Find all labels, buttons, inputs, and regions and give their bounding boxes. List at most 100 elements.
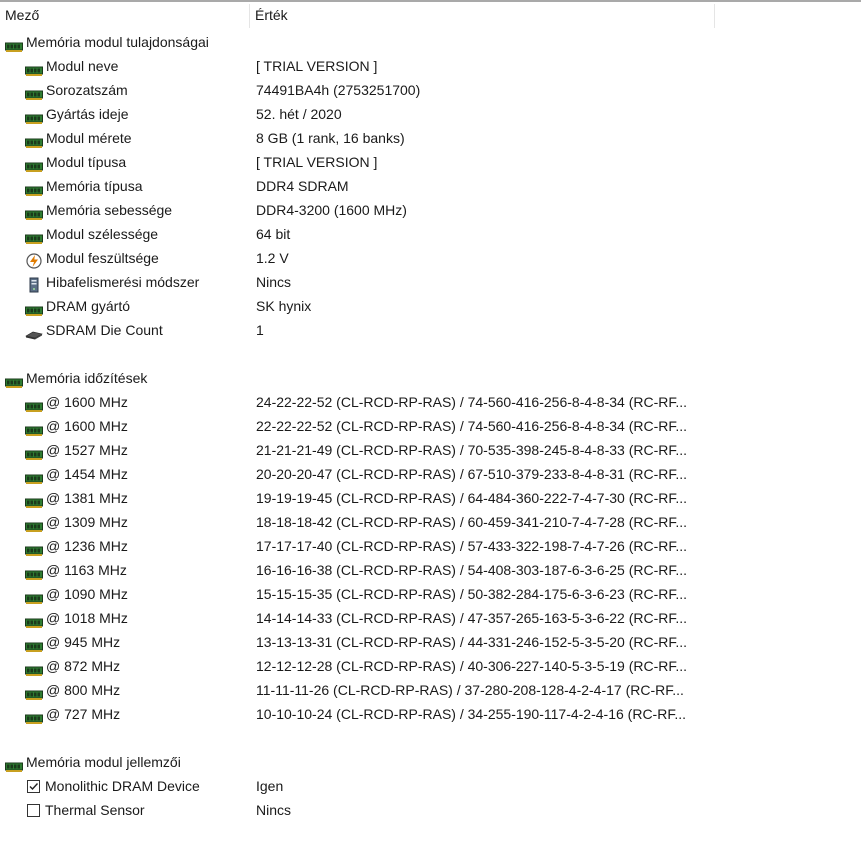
list-item[interactable]: @ 1381 MHz 19-19-19-45 (CL-RCD-RP-RAS) / …	[0, 486, 861, 510]
list-item[interactable]: Modul szélessége 64 bit	[0, 222, 861, 246]
list-item[interactable]: Modul típusa [ TRIAL VERSION ]	[0, 150, 861, 174]
chip-icon	[25, 324, 43, 340]
section-header[interactable]: Memória időzítések	[0, 366, 861, 390]
field-cell: @ 1381 MHz	[25, 486, 128, 510]
section-header-field: Memória időzítések	[5, 366, 147, 390]
field-label: Modul feszültsége	[46, 250, 159, 266]
list-item[interactable]: Thermal Sensor Nincs	[0, 798, 861, 822]
list-item[interactable]: @ 727 MHz 10-10-10-24 (CL-RCD-RP-RAS) / 3…	[0, 702, 861, 726]
list-item[interactable]: @ 800 MHz 11-11-11-26 (CL-RCD-RP-RAS) / 3…	[0, 678, 861, 702]
field-cell: @ 1600 MHz	[25, 414, 128, 438]
section-title: Memória modul tulajdonságai	[26, 34, 209, 50]
field-label: @ 872 MHz	[46, 658, 121, 674]
ram-module-icon	[25, 132, 43, 148]
section-header-field: Memória modul tulajdonságai	[5, 30, 209, 54]
details-list: Memória modul tulajdonságai Modul neve [ T…	[0, 30, 861, 822]
field-label: @ 1527 MHz	[46, 442, 128, 458]
list-item[interactable]: Modul neve [ TRIAL VERSION ]	[0, 54, 861, 78]
list-item[interactable]: @ 1309 MHz 18-18-18-42 (CL-RCD-RP-RAS) / …	[0, 510, 861, 534]
field-label: Memória sebessége	[46, 202, 173, 218]
ram-module-icon	[25, 540, 43, 556]
ram-module-icon	[5, 36, 23, 52]
value-cell: 22-22-22-52 (CL-RCD-RP-RAS) / 74-560-416…	[256, 418, 688, 434]
field-label: Modul neve	[46, 58, 119, 74]
field-cell: DRAM gyártó	[25, 294, 130, 318]
column-header-field[interactable]: Mező	[0, 2, 249, 28]
value-cell: 21-21-21-49 (CL-RCD-RP-RAS) / 70-535-398…	[256, 442, 688, 458]
list-item[interactable]: @ 1163 MHz 16-16-16-38 (CL-RCD-RP-RAS) / …	[0, 558, 861, 582]
list-item[interactable]: @ 1600 MHz 22-22-22-52 (CL-RCD-RP-RAS) / …	[0, 414, 861, 438]
value-cell: SK hynix	[256, 298, 312, 314]
checkbox-unchecked-icon[interactable]	[27, 803, 40, 817]
field-label: @ 1600 MHz	[46, 418, 128, 434]
list-item[interactable]: Memória sebessége DDR4-3200 (1600 MHz)	[0, 198, 861, 222]
field-cell: Modul mérete	[25, 126, 132, 150]
field-label: Memória típusa	[46, 178, 143, 194]
list-item[interactable]: Memória típusa DDR4 SDRAM	[0, 174, 861, 198]
list-item[interactable]: @ 1600 MHz 24-22-22-52 (CL-RCD-RP-RAS) / …	[0, 390, 861, 414]
list-item[interactable]: Monolithic DRAM Device Igen	[0, 774, 861, 798]
field-label: Monolithic DRAM Device	[45, 778, 200, 794]
field-cell: @ 1600 MHz	[25, 390, 128, 414]
list-item[interactable]: @ 1527 MHz 21-21-21-49 (CL-RCD-RP-RAS) / …	[0, 438, 861, 462]
value-cell: Nincs	[256, 274, 292, 290]
field-cell: Memória típusa	[25, 174, 142, 198]
voltage-icon	[25, 252, 43, 269]
value-cell: Nincs	[256, 802, 292, 818]
ram-module-icon	[25, 300, 43, 316]
list-item[interactable]: @ 1018 MHz 14-14-14-33 (CL-RCD-RP-RAS) / …	[0, 606, 861, 630]
field-label: @ 1309 MHz	[46, 514, 128, 530]
field-cell: Modul szélessége	[25, 222, 158, 246]
field-label: Hibafelismerési módszer	[46, 274, 200, 290]
field-cell: Sorozatszám	[25, 78, 128, 102]
list-item[interactable]: @ 945 MHz 13-13-13-31 (CL-RCD-RP-RAS) / 4…	[0, 630, 861, 654]
column-divider[interactable]	[714, 4, 715, 28]
value-cell: 8 GB (1 rank, 16 banks)	[256, 130, 405, 146]
column-header-value-label: Érték	[255, 7, 288, 23]
value-cell: 13-13-13-31 (CL-RCD-RP-RAS) / 44-331-246…	[256, 634, 688, 650]
field-cell: @ 1454 MHz	[25, 462, 128, 486]
list-item[interactable]: Hibafelismerési módszer Nincs	[0, 270, 861, 294]
list-item[interactable]: Modul feszültsége 1.2 V	[0, 246, 861, 270]
value-cell: 19-19-19-45 (CL-RCD-RP-RAS) / 64-484-360…	[256, 490, 688, 506]
value-cell: [ TRIAL VERSION ]	[256, 58, 378, 74]
field-label: Thermal Sensor	[45, 802, 145, 818]
field-label: Sorozatszám	[46, 82, 128, 98]
value-cell: 17-17-17-40 (CL-RCD-RP-RAS) / 57-433-322…	[256, 538, 688, 554]
value-cell: Igen	[256, 778, 284, 794]
field-label: @ 1454 MHz	[46, 466, 128, 482]
value-cell: 1.2 V	[256, 250, 289, 266]
ram-module-icon	[25, 588, 43, 604]
list-item[interactable]: @ 1090 MHz 15-15-15-35 (CL-RCD-RP-RAS) / …	[0, 582, 861, 606]
value-cell: [ TRIAL VERSION ]	[256, 154, 378, 170]
list-item[interactable]: DRAM gyártó SK hynix	[0, 294, 861, 318]
ram-module-icon	[25, 612, 43, 628]
ram-module-icon	[25, 204, 43, 220]
list-item[interactable]: Gyártás ideje 52. hét / 2020	[0, 102, 861, 126]
list-item[interactable]: Sorozatszám 74491BA4h (2753251700)	[0, 78, 861, 102]
list-item[interactable]: @ 1236 MHz 17-17-17-40 (CL-RCD-RP-RAS) / …	[0, 534, 861, 558]
field-cell: SDRAM Die Count	[25, 318, 163, 342]
list-item[interactable]: @ 872 MHz 12-12-12-28 (CL-RCD-RP-RAS) / 4…	[0, 654, 861, 678]
list-item[interactable]: SDRAM Die Count 1	[0, 318, 861, 342]
ram-module-icon	[25, 60, 43, 76]
section-header[interactable]: Memória modul tulajdonságai	[0, 30, 861, 54]
ram-module-icon	[25, 660, 43, 676]
value-cell: 14-14-14-33 (CL-RCD-RP-RAS) / 47-357-265…	[256, 610, 688, 626]
list-item[interactable]: Modul mérete 8 GB (1 rank, 16 banks)	[0, 126, 861, 150]
ram-module-icon	[25, 516, 43, 532]
ram-module-icon	[25, 468, 43, 484]
field-cell: Modul típusa	[25, 150, 126, 174]
checkbox-checked-icon[interactable]	[27, 779, 40, 793]
ram-module-icon	[25, 444, 43, 460]
section-header[interactable]: Memória modul jellemzői	[0, 750, 861, 774]
value-cell: 11-11-11-26 (CL-RCD-RP-RAS) / 37-280-208…	[256, 682, 684, 698]
list-item[interactable]: @ 1454 MHz 20-20-20-47 (CL-RCD-RP-RAS) / …	[0, 462, 861, 486]
value-cell: 18-18-18-42 (CL-RCD-RP-RAS) / 60-459-341…	[256, 514, 688, 530]
ram-module-icon	[25, 564, 43, 580]
field-label: Gyártás ideje	[46, 106, 129, 122]
column-header-value[interactable]: Érték	[250, 2, 714, 28]
ram-module-icon	[25, 228, 43, 244]
field-label: Modul típusa	[46, 154, 127, 170]
value-cell: 20-20-20-47 (CL-RCD-RP-RAS) / 67-510-379…	[256, 466, 688, 482]
